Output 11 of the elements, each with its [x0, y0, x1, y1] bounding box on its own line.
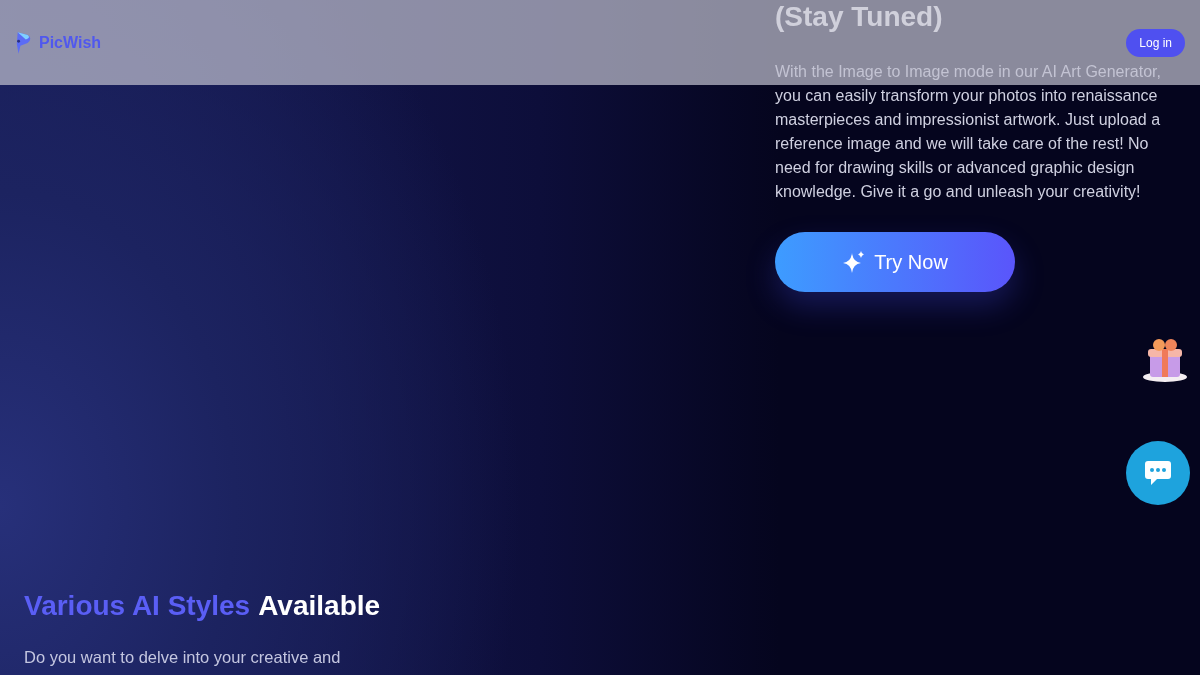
login-button[interactable]: Log in: [1126, 28, 1185, 57]
section-heading: (Stay Tuned): [775, 0, 944, 34]
gift-icon[interactable]: [1141, 337, 1189, 383]
chat-icon: [1143, 459, 1173, 487]
section-heading-highlight: Various AI Styles: [24, 589, 251, 623]
section-description: Do you want to delve into your creative and: [24, 647, 342, 668]
sparkle-icon: [842, 250, 867, 274]
section-heading: Available: [258, 589, 381, 623]
try-now-button[interactable]: Try Now: [775, 232, 1015, 292]
section-description: With the Image to Image mode in our AI Art Generator, you can easily transform your photos into renaissance masterpieces and impressionist artwork. Just upload a reference image and we will take care of the rest! No need for drawing skills or advanced graphic design knowledge. Give it a go and unleash your creativity!: [775, 62, 1162, 202]
logo-icon: [15, 30, 33, 55]
